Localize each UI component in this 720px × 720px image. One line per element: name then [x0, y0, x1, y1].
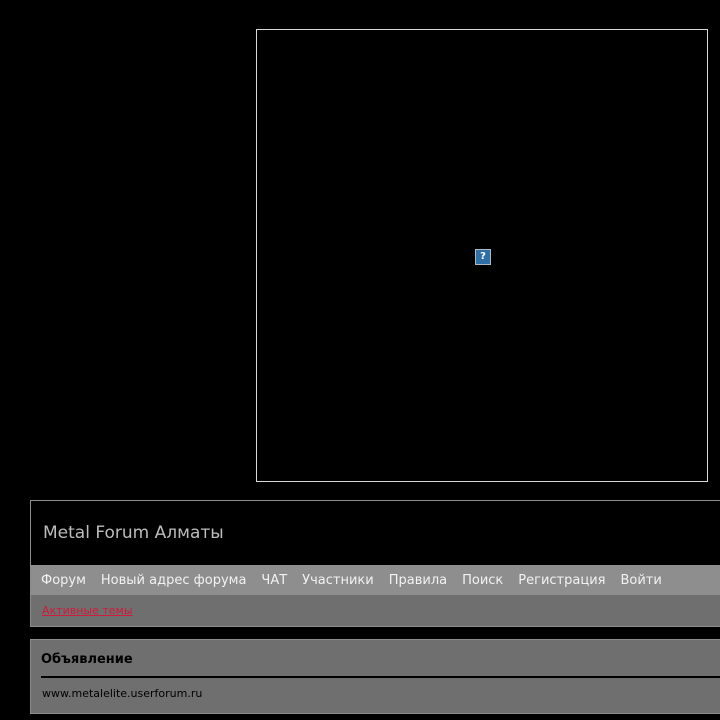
- nav-item-members[interactable]: Участники: [302, 573, 374, 588]
- banner-frame: ?: [256, 29, 708, 482]
- nav-item-rules[interactable]: Правила: [389, 573, 447, 588]
- nav-item-chat[interactable]: ЧАТ: [261, 573, 287, 588]
- announcement-text: www.metalelite.userforum.ru: [42, 687, 203, 700]
- forum-title[interactable]: Metal Forum Алматы: [43, 523, 224, 543]
- announcement-panel: Объявление www.metalelite.userforum.ru: [30, 639, 720, 714]
- sub-navbar: Активные темы: [31, 595, 720, 626]
- forum-header: Metal Forum Алматы Форум Новый адрес фор…: [30, 500, 720, 627]
- main-navbar: Форум Новый адрес форума ЧАТ Участники П…: [31, 565, 720, 595]
- announcement-divider: [41, 676, 720, 678]
- nav-item-search[interactable]: Поиск: [462, 573, 503, 588]
- nav-item-new-forum-address[interactable]: Новый адрес форума: [101, 573, 247, 588]
- broken-image-icon: ?: [475, 249, 491, 265]
- announcement-title: Объявление: [41, 652, 133, 667]
- nav-item-forum[interactable]: Форум: [41, 573, 86, 588]
- nav-item-register[interactable]: Регистрация: [518, 573, 605, 588]
- active-topics-link[interactable]: Активные темы: [42, 604, 133, 617]
- nav-item-login[interactable]: Войти: [620, 573, 661, 588]
- page: ? Metal Forum Алматы Форум Новый адрес ф…: [0, 0, 720, 720]
